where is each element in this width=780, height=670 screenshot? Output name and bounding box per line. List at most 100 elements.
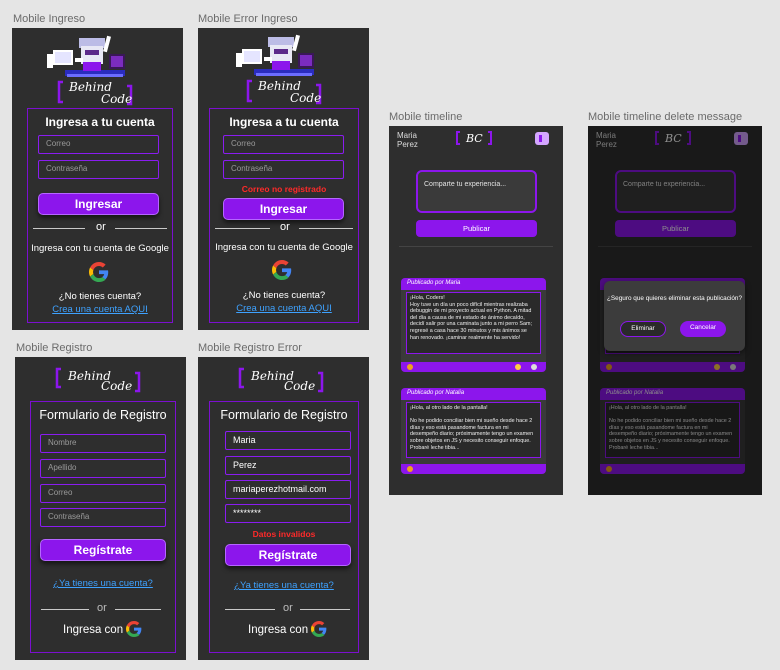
logo-text-code: Code: [101, 92, 133, 106]
surname-field[interactable]: Perez: [225, 456, 351, 475]
or-text: or: [283, 602, 293, 614]
svg-text:BC: BC: [465, 132, 483, 145]
user-last-name: Perez: [397, 140, 418, 149]
or-divider: or: [41, 602, 161, 614]
logout-icon[interactable]: [535, 132, 549, 145]
login-button[interactable]: Ingresar: [38, 193, 159, 215]
create-account-link[interactable]: Crea una cuenta AQUI: [28, 304, 172, 315]
register-title: Formulario de Registro: [220, 408, 348, 422]
have-account-link[interactable]: ¿Ya tienes una cuenta?: [31, 578, 175, 589]
frame-label-mobile-registro-error: Mobile Registro Error: [198, 342, 302, 354]
register-button[interactable]: Regístrate: [225, 544, 351, 566]
mobile-timeline-frame: Maria Perez BC Comparte tu experiencia..…: [389, 126, 563, 495]
password-field[interactable]: Contraseña: [38, 160, 159, 179]
or-line-right: [299, 228, 353, 229]
robot-illustration: [234, 31, 334, 81]
logo-text-code: Code: [290, 91, 322, 105]
surname-field[interactable]: Apellido: [40, 459, 166, 478]
frame-label-mobile-error-ingreso: Mobile Error Ingreso: [198, 13, 298, 25]
mobile-registro-error-frame: Behind Code Formulario de Registro Maria…: [198, 357, 369, 660]
register-button[interactable]: Regístrate: [40, 539, 166, 561]
login-error-message: Correo no registrado: [241, 184, 327, 194]
register-form-container: Formulario de Registro Nombre Apellido C…: [30, 401, 176, 653]
delete-icon[interactable]: [531, 364, 537, 370]
divider: [399, 246, 553, 247]
frame-label-mobile-registro: Mobile Registro: [16, 342, 93, 354]
frame-label-mobile-timeline-delete: Mobile timeline delete message: [588, 111, 743, 123]
bc-logo[interactable]: BC: [455, 128, 493, 148]
robot-illustration: [45, 32, 145, 82]
or-divider: or: [225, 602, 350, 614]
mobile-error-ingreso-frame: Behind Code Ingresa a tu cuenta Correo C…: [198, 28, 369, 330]
email-field[interactable]: Correo: [38, 135, 159, 154]
user-name: Maria Perez: [397, 131, 418, 149]
have-account-link[interactable]: ¿Ya tienes una cuenta?: [210, 580, 358, 591]
login-title: Ingresa a tu cuenta: [229, 115, 339, 129]
google-login-text: Ingresa con tu cuenta de Google: [215, 242, 353, 253]
login-title: Ingresa a tu cuenta: [45, 115, 155, 129]
user-first-name: Maria: [397, 131, 418, 140]
or-text: or: [280, 221, 290, 233]
post-card: Publicado por Maria ¡Hola, Coders! Hoy t…: [401, 278, 546, 372]
email-field[interactable]: mariaperezhotmail.com: [225, 480, 351, 499]
delete-confirm-dialog: ¿Seguro que quieres eliminar esta public…: [604, 281, 745, 351]
google-register-text: Ingresa con: [248, 624, 309, 636]
or-line-left: [41, 609, 89, 610]
frame-label-mobile-timeline: Mobile timeline: [389, 111, 463, 123]
register-error-message: Datos invalidos: [252, 529, 316, 539]
password-field[interactable]: ********: [225, 504, 351, 523]
or-line-right: [115, 228, 167, 229]
no-account-text: ¿No tienes cuenta?: [58, 291, 142, 302]
or-divider: or: [33, 221, 168, 233]
or-line-right: [300, 609, 350, 610]
publish-button[interactable]: Publicar: [416, 220, 537, 237]
frame-label-mobile-ingreso: Mobile Ingreso: [13, 13, 86, 25]
name-field[interactable]: Nombre: [40, 434, 166, 453]
google-icon[interactable]: [272, 260, 292, 280]
password-field[interactable]: Contraseña: [223, 160, 344, 179]
login-form-container: Ingresa a tu cuenta Correo Contraseña In…: [27, 108, 173, 323]
or-text: or: [97, 602, 107, 614]
google-register-text: Ingresa con: [63, 624, 124, 636]
delete-button[interactable]: Eliminar: [620, 321, 666, 337]
post-author: Publicado por Natalia: [401, 388, 546, 400]
post-card: Publicado por Natalia ¡Hola, al otro lad…: [401, 388, 546, 474]
create-account-link[interactable]: Crea una cuenta AQUI: [210, 303, 358, 314]
logo-text-code: Code: [284, 379, 316, 393]
email-field[interactable]: Correo: [223, 135, 344, 154]
or-line-left: [33, 228, 85, 229]
post-author: Publicado por Maria: [401, 278, 546, 290]
google-icon[interactable]: [126, 621, 142, 637]
or-text: or: [96, 221, 106, 233]
google-icon[interactable]: [89, 262, 109, 282]
google-icon[interactable]: [311, 621, 327, 637]
logo-text-code: Code: [101, 379, 133, 393]
or-line-left: [215, 228, 270, 229]
mobile-ingreso-frame: Behind Code Ingresa a tu cuenta Correo C…: [12, 28, 183, 330]
compose-textarea[interactable]: Comparte tu experiencia...: [416, 170, 537, 213]
post-footer: [401, 464, 546, 474]
or-line-right: [115, 609, 161, 610]
google-login-text: Ingresa con tu cuenta de Google: [31, 243, 169, 254]
or-line-left: [225, 609, 275, 610]
password-field[interactable]: Contraseña: [40, 508, 166, 527]
post-text: ¡Hola, al otro lado de la pantalla! No h…: [406, 402, 541, 458]
post-footer: [401, 362, 546, 372]
timeline-header: Maria Perez BC: [389, 126, 563, 149]
name-field[interactable]: Maria: [225, 431, 351, 450]
like-icon[interactable]: [407, 364, 413, 370]
cancel-button[interactable]: Cancelar: [680, 321, 726, 337]
register-title: Formulario de Registro: [39, 408, 167, 422]
or-divider: or: [215, 221, 353, 233]
delete-question: ¿Seguro que quieres eliminar esta public…: [607, 295, 742, 302]
like-icon[interactable]: [407, 466, 413, 472]
behind-code-logo: Behind Code: [234, 31, 334, 111]
login-form-container: Ingresa a tu cuenta Correo Contraseña Co…: [209, 108, 359, 323]
no-account-text: ¿No tienes cuenta?: [242, 290, 326, 301]
behind-code-logo: Behind Code: [45, 32, 145, 112]
post-text: ¡Hola, Coders! Hoy tuve un día un poco d…: [406, 292, 541, 354]
mobile-registro-frame: Behind Code Formulario de Registro Nombr…: [15, 357, 186, 660]
email-field[interactable]: Correo: [40, 484, 166, 503]
login-button[interactable]: Ingresar: [223, 198, 344, 220]
edit-icon[interactable]: [515, 364, 521, 370]
